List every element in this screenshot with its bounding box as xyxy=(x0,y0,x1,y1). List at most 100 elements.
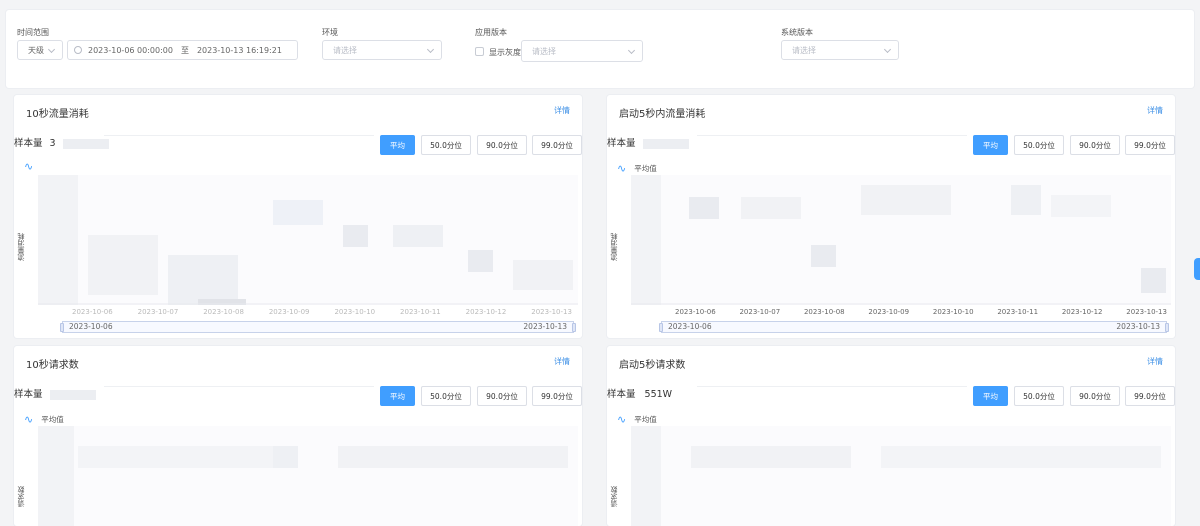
wave-legend-icon: ∿ xyxy=(24,160,34,173)
slider-start: 2023-10-06 xyxy=(69,322,113,331)
y-axis-label: 流量消耗 xyxy=(17,233,25,261)
data-zoom-slider[interactable]: 2023-10-06 2023-10-13 xyxy=(60,321,576,333)
btn-p90[interactable]: 90.0分位 xyxy=(1070,386,1120,406)
x-tick: 2023-10-13 xyxy=(531,308,572,316)
sys-version-select[interactable]: 请选择 xyxy=(781,40,899,60)
side-feedback-tab[interactable] xyxy=(1194,258,1200,280)
date-range-picker[interactable]: 2023-10-06 00:00:00 至 2023-10-13 16:19:2… xyxy=(67,40,298,60)
range-separator: 至 xyxy=(180,45,189,55)
show-gray-checkbox[interactable] xyxy=(475,47,484,56)
card-title: 10秒流量消耗 xyxy=(26,109,89,120)
btn-p90[interactable]: 90.0分位 xyxy=(1070,135,1120,155)
env-placeholder: 请选择 xyxy=(333,45,357,55)
redacted-block xyxy=(642,138,689,149)
detail-link[interactable]: 详情 xyxy=(1147,356,1163,367)
detail-link[interactable]: 详情 xyxy=(1147,105,1163,116)
sample-size: 样本量 551W xyxy=(607,386,672,400)
x-tick: 2023-10-11 xyxy=(400,308,441,316)
chevron-down-icon xyxy=(883,45,892,54)
x-axis-ticks: 2023-10-06 2023-10-07 2023-10-08 2023-10… xyxy=(675,308,1167,316)
legend-label: 平均值 xyxy=(41,415,64,424)
filter-panel: 时间范围 天级 2023-10-06 00:00:00 至 2023-10-13… xyxy=(6,10,1194,88)
card-startup5s-traffic: 启动5秒内流量消耗 详情 样本量 平均 50.0分位 90.0分位 99.0分位… xyxy=(607,95,1175,338)
x-tick: 2023-10-09 xyxy=(268,308,310,316)
x-tick: 2023-10-11 xyxy=(997,308,1039,316)
btn-p90[interactable]: 90.0分位 xyxy=(477,135,527,155)
chart-plot-area xyxy=(38,426,578,526)
sample-value: 551W xyxy=(644,389,673,400)
sample-size: 样本量 3 xyxy=(14,135,109,149)
sample-label: 样本量 xyxy=(14,138,43,149)
detail-link[interactable]: 详情 xyxy=(554,356,570,367)
data-zoom-slider[interactable]: 2023-10-06 2023-10-13 xyxy=(659,321,1169,333)
card-title: 启动5秒请求数 xyxy=(619,360,686,371)
slider-handle-right[interactable] xyxy=(572,323,576,332)
x-tick: 2023-10-08 xyxy=(803,308,845,316)
btn-p99[interactable]: 99.0分位 xyxy=(1125,386,1175,406)
sample-size: 样本量 xyxy=(607,135,689,149)
btn-p50[interactable]: 50.0分位 xyxy=(1014,386,1064,406)
sample-size: 样本量 xyxy=(14,386,96,400)
card-startup5s-requests: 启动5秒请求数 详情 样本量 551W 平均 50.0分位 90.0分位 99.… xyxy=(607,346,1175,526)
btn-p50[interactable]: 50.0分位 xyxy=(1014,135,1064,155)
btn-p50[interactable]: 50.0分位 xyxy=(421,135,471,155)
btn-average[interactable]: 平均 xyxy=(380,135,415,155)
redacted-block xyxy=(62,138,109,149)
btn-p99[interactable]: 99.0分位 xyxy=(1125,135,1175,155)
granularity-select[interactable]: 天级 xyxy=(17,40,63,60)
chevron-down-icon xyxy=(47,45,56,54)
wave-legend-icon: ∿ xyxy=(24,412,34,426)
card-title: 启动5秒内流量消耗 xyxy=(619,109,706,120)
x-tick: 2023-10-09 xyxy=(868,308,910,316)
slider-handle-left[interactable] xyxy=(659,323,663,332)
legend[interactable]: ∿ 平均值 xyxy=(617,414,657,425)
chart-plot-area xyxy=(38,175,578,305)
x-tick: 2023-10-13 xyxy=(1126,308,1167,316)
x-tick: 2023-10-06 xyxy=(675,308,716,316)
btn-p99[interactable]: 99.0分位 xyxy=(532,386,582,406)
legend-label: 平均值 xyxy=(634,164,657,173)
env-select[interactable]: 请选择 xyxy=(322,40,442,60)
legend[interactable]: ∿ 平均值 xyxy=(24,414,64,425)
slider-end: 2023-10-13 xyxy=(1116,322,1160,331)
x-tick: 2023-10-06 xyxy=(72,308,113,316)
x-tick: 2023-10-10 xyxy=(932,308,974,316)
btn-p50[interactable]: 50.0分位 xyxy=(421,386,471,406)
end-time: 2023-10-13 16:19:21 xyxy=(196,45,282,55)
btn-p90[interactable]: 90.0分位 xyxy=(477,386,527,406)
btn-p99[interactable]: 99.0分位 xyxy=(532,135,582,155)
divider xyxy=(104,135,374,136)
y-axis-label: 请求数 xyxy=(610,486,618,507)
wave-legend-icon: ∿ xyxy=(617,412,627,426)
wave-legend-icon: ∿ xyxy=(617,161,627,175)
divider xyxy=(697,135,967,136)
chart-plot-area xyxy=(631,426,1171,526)
btn-average[interactable]: 平均 xyxy=(380,386,415,406)
slider-start: 2023-10-06 xyxy=(668,322,712,331)
btn-average[interactable]: 平均 xyxy=(973,135,1008,155)
chevron-down-icon xyxy=(426,45,435,54)
slider-handle-left[interactable] xyxy=(60,323,64,332)
app-version-placeholder: 请选择 xyxy=(532,46,556,56)
sample-label: 样本量 xyxy=(607,138,636,149)
card-10s-requests: 10秒请求数 详情 样本量 平均 50.0分位 90.0分位 99.0分位 ∿ … xyxy=(14,346,582,526)
chevron-down-icon xyxy=(627,46,636,55)
btn-average[interactable]: 平均 xyxy=(973,386,1008,406)
clock-icon xyxy=(74,46,82,54)
x-tick: 2023-10-10 xyxy=(334,308,376,316)
legend[interactable]: ∿ xyxy=(24,160,41,173)
slider-handle-right[interactable] xyxy=(1165,323,1169,332)
legend[interactable]: ∿ 平均值 xyxy=(617,163,657,174)
show-gray-label: 显示灰度 xyxy=(489,48,521,57)
x-tick: 2023-10-07 xyxy=(739,308,781,316)
x-axis-ticks: 2023-10-06 2023-10-07 2023-10-08 2023-10… xyxy=(72,308,572,316)
legend-label: 平均值 xyxy=(634,415,657,424)
env-label: 环境 xyxy=(322,28,338,37)
start-time: 2023-10-06 00:00:00 xyxy=(88,45,173,55)
time-range-label: 时间范围 xyxy=(17,28,49,37)
slider-end: 2023-10-13 xyxy=(523,322,567,331)
sys-version-placeholder: 请选择 xyxy=(792,45,816,55)
app-version-select[interactable]: 请选择 xyxy=(521,40,643,62)
sample-value: 3 xyxy=(49,138,56,149)
detail-link[interactable]: 详情 xyxy=(554,105,570,116)
